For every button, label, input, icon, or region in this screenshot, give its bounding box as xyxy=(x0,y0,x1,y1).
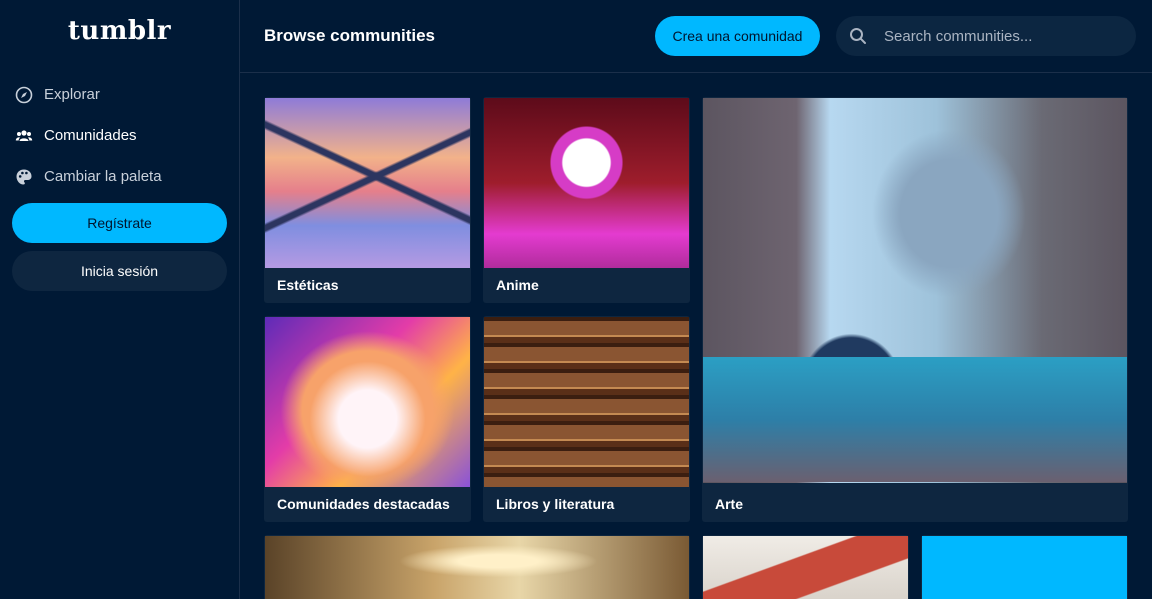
community-card-partial[interactable] xyxy=(702,535,909,599)
create-community-button[interactable]: Crea una comunidad xyxy=(655,16,820,56)
sidebar-item-cambiar-paleta[interactable]: Cambiar la paleta xyxy=(14,156,229,197)
community-card-label: Arte xyxy=(715,496,744,512)
community-card-partial[interactable] xyxy=(921,535,1128,599)
compass-icon xyxy=(14,85,34,105)
community-card-image xyxy=(703,536,908,599)
community-card-label: Estéticas xyxy=(277,277,339,293)
community-card-esteticas[interactable]: Estéticas xyxy=(264,97,471,303)
sidebar-nav: Explorar Comunidades Cambiar la paleta xyxy=(14,74,229,197)
sidebar-item-label: Explorar xyxy=(44,86,100,103)
sidebar: tumblr Explorar Comunidades Cambiar la p… xyxy=(0,0,240,599)
page-header: Browse communities Crea una comunidad xyxy=(240,0,1152,73)
sidebar-item-explorar[interactable]: Explorar xyxy=(14,74,229,115)
community-card-label: Anime xyxy=(496,277,539,293)
palette-icon xyxy=(14,167,34,187)
sidebar-item-label: Comunidades xyxy=(44,127,137,144)
community-card-libros[interactable]: Libros y literatura xyxy=(483,316,690,522)
community-card-image xyxy=(265,317,470,487)
community-card-destacadas[interactable]: Comunidades destacadas xyxy=(264,316,471,522)
app-window: tumblr Explorar Comunidades Cambiar la p… xyxy=(0,0,1152,599)
search-input[interactable] xyxy=(882,26,1126,46)
community-card-label: Libros y literatura xyxy=(496,496,615,512)
community-card-image xyxy=(265,536,689,599)
sidebar-item-label: Cambiar la paleta xyxy=(44,168,162,185)
community-card-arte[interactable]: Arte xyxy=(702,97,1128,522)
community-card-image-detail xyxy=(703,357,1127,482)
community-card-image xyxy=(484,317,689,487)
login-button[interactable]: Inicia sesión xyxy=(12,251,227,291)
community-card-image xyxy=(484,98,689,268)
community-card-image xyxy=(922,536,1127,599)
register-button[interactable]: Regístrate xyxy=(12,203,227,243)
tumblr-logo[interactable]: tumblr xyxy=(0,16,239,46)
sidebar-item-comunidades[interactable]: Comunidades xyxy=(14,115,229,156)
community-card-partial[interactable] xyxy=(264,535,690,599)
search-icon xyxy=(848,26,868,46)
page-title: Browse communities xyxy=(264,26,435,45)
community-card-image xyxy=(265,98,470,268)
people-icon xyxy=(14,126,34,146)
search-box[interactable] xyxy=(836,16,1136,56)
community-card-label: Comunidades destacadas xyxy=(277,496,450,512)
community-card-anime[interactable]: Anime xyxy=(483,97,690,303)
